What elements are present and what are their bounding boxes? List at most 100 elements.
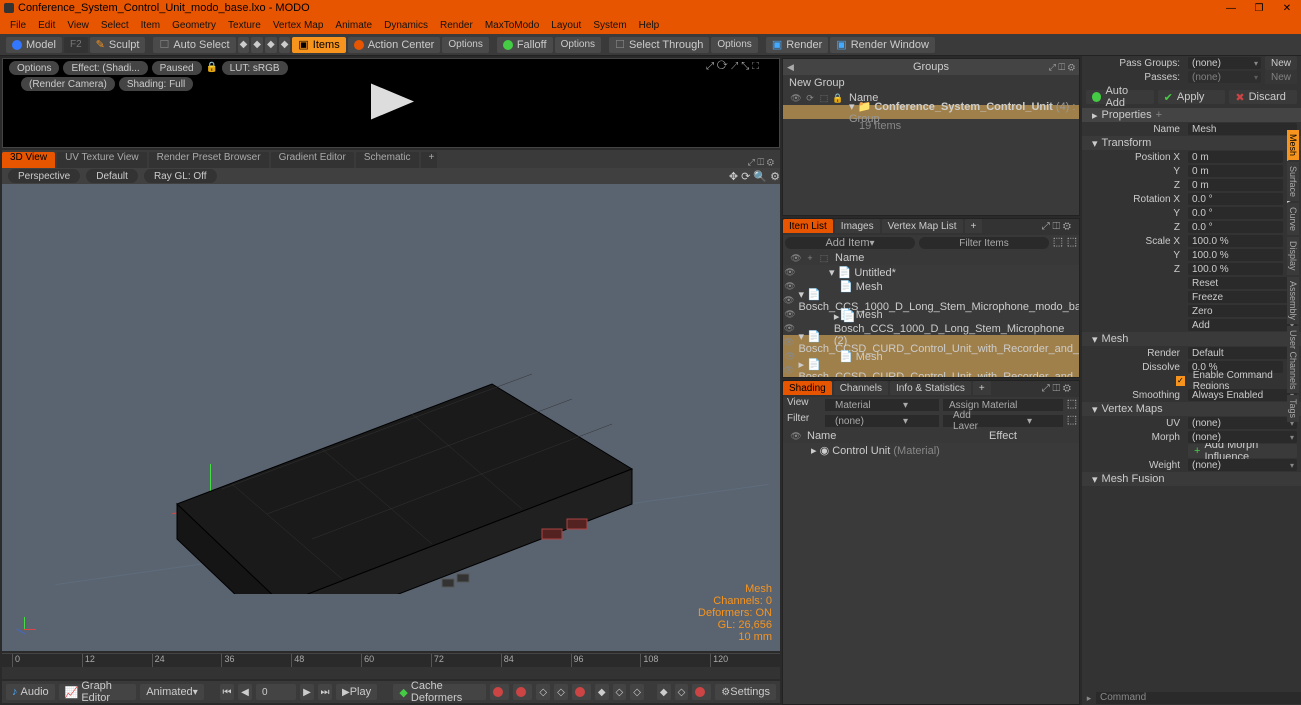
sel-icon-4[interactable]: ◆ xyxy=(279,37,291,53)
posx-field[interactable]: 0 m xyxy=(1188,151,1283,163)
shtab-2[interactable]: Info & Statistics xyxy=(890,381,971,395)
material-dd[interactable]: Material▾ xyxy=(825,399,939,411)
passes-dd[interactable]: (none) xyxy=(1188,71,1261,83)
preview-effect[interactable]: Effect: (Shadi... xyxy=(63,61,147,75)
rec-icon-2[interactable] xyxy=(513,684,532,700)
iltab-1[interactable]: Images xyxy=(835,219,880,233)
autoadd-button[interactable]: Auto Add xyxy=(1086,90,1154,104)
item-row[interactable]: 👁▾ 📄 Bosch_CCS_1000_D_Long_Stem_Micropho… xyxy=(783,293,1079,307)
sidetab-assembly[interactable]: Assembly xyxy=(1287,277,1299,324)
maximize-button[interactable]: ❐ xyxy=(1245,0,1273,16)
options-button-3[interactable]: Options xyxy=(711,37,757,53)
options-button-2[interactable]: Options xyxy=(555,37,601,53)
preview-icons[interactable]: ⤢ ⟳ ↗ ⤡ ⛶ xyxy=(706,61,759,72)
item-row[interactable]: 👁▾ 📄 Untitled* xyxy=(783,265,1079,279)
passgroups-dd[interactable]: (none) xyxy=(1188,57,1261,69)
tab-uv-texture-view[interactable]: UV Texture View xyxy=(57,152,147,168)
timeline[interactable]: 01224364860728496108120 xyxy=(2,653,780,679)
rec-icon-1[interactable] xyxy=(490,684,509,700)
sidetab-display[interactable]: Display xyxy=(1287,237,1299,275)
menu-file[interactable]: File xyxy=(4,20,32,31)
scly-field[interactable]: 100.0 % xyxy=(1188,249,1283,261)
additem-button[interactable]: Add Item ▾ xyxy=(785,237,915,249)
key-icon-3[interactable]: ◆ xyxy=(595,684,609,700)
posz-field[interactable]: 0 m xyxy=(1188,179,1283,191)
graph-button[interactable]: 📈Graph Editor xyxy=(59,684,137,700)
sidetab-mesh[interactable]: Mesh xyxy=(1287,130,1299,160)
preview-options[interactable]: Options xyxy=(9,61,59,75)
new-button-1[interactable]: New xyxy=(1265,56,1297,70)
key-icon-6[interactable]: ◆ xyxy=(657,684,671,700)
rec-icon-3[interactable] xyxy=(572,684,591,700)
menu-help[interactable]: Help xyxy=(633,20,666,31)
preview-camera[interactable]: (Render Camera) xyxy=(21,77,115,91)
menu-texture[interactable]: Texture xyxy=(222,20,267,31)
key-icon-5[interactable]: ◇ xyxy=(630,684,644,700)
preview-shading[interactable]: Shading: Full xyxy=(119,77,193,91)
roty-field[interactable]: 0.0 ° xyxy=(1188,207,1283,219)
weight-dd[interactable]: (none) xyxy=(1188,459,1297,471)
command-field[interactable]: Command xyxy=(1096,692,1301,704)
sclx-field[interactable]: 100.0 % xyxy=(1188,235,1283,247)
tab-add[interactable]: + xyxy=(421,152,437,168)
addmorph-button[interactable]: +Add Morph Influence xyxy=(1188,444,1297,458)
render-dd[interactable]: Default xyxy=(1188,347,1297,359)
uv-dd[interactable]: (none) xyxy=(1188,417,1297,429)
sidetab-userchannels[interactable]: User Channels xyxy=(1287,326,1299,394)
tab-3d-view[interactable]: 3D View xyxy=(2,152,55,168)
shading-row[interactable]: ▸ ◉ Control Unit (Material) xyxy=(783,443,1079,457)
filter-dd[interactable]: (none)▾ xyxy=(825,415,939,427)
sel-icon-2[interactable]: ◆ xyxy=(251,37,263,53)
key-icon-4[interactable]: ◇ xyxy=(613,684,627,700)
next-key-icon[interactable]: ▶ xyxy=(300,684,314,700)
frame-field[interactable]: 0 xyxy=(256,684,296,700)
menu-animate[interactable]: Animate xyxy=(329,20,378,31)
menu-vertexmap[interactable]: Vertex Map xyxy=(267,20,330,31)
zero-dd[interactable]: Zero xyxy=(1188,305,1297,317)
render-button[interactable]: ▣Render xyxy=(766,37,828,53)
animated-dd[interactable]: Animated ▾ xyxy=(140,684,204,700)
persp-button[interactable]: Perspective xyxy=(8,169,80,183)
item-row[interactable]: 👁▾ 📄 Bosch_CCSD_CURD_Control_Unit_with_R… xyxy=(783,335,1079,349)
renderwin-button[interactable]: ▣Render Window xyxy=(830,37,935,53)
sidetab-surface[interactable]: Surface xyxy=(1287,162,1299,201)
rotx-field[interactable]: 0.0 ° xyxy=(1188,193,1283,205)
tab-render-preset-browser[interactable]: Render Preset Browser xyxy=(149,152,269,168)
shtab-1[interactable]: Channels xyxy=(834,381,888,395)
menu-select[interactable]: Select xyxy=(95,20,135,31)
addlayer-button[interactable]: Add Layer▾ xyxy=(943,415,1063,427)
rec-icon-4[interactable] xyxy=(692,684,711,700)
add-dd[interactable]: Add xyxy=(1188,319,1297,331)
play-button[interactable]: ▶ Play xyxy=(336,684,377,700)
play-icon[interactable] xyxy=(364,82,419,125)
selthrough-button[interactable]: ☐Select Through xyxy=(609,37,709,53)
enablecmd-check[interactable]: ✓ xyxy=(1176,376,1185,386)
view-icons[interactable]: ✥ ⟳ 🔍 ⚙ xyxy=(729,170,780,183)
prev-key-icon[interactable]: ◀ xyxy=(238,684,252,700)
item-row[interactable]: 👁▸ 📄 Bosch_CCSD_CURD_Control_Unit_with_R… xyxy=(783,363,1079,377)
freeze-dd[interactable]: Freeze xyxy=(1188,291,1297,303)
filteritems-input[interactable]: Filter Items xyxy=(919,237,1049,249)
falloff-button[interactable]: Falloff xyxy=(497,37,553,53)
actioncenter-button[interactable]: Action Center xyxy=(348,37,441,53)
sclz-field[interactable]: 100.0 % xyxy=(1188,263,1283,275)
menu-geometry[interactable]: Geometry xyxy=(166,20,222,31)
group-row[interactable]: ▾ 📁 Conference_System_Control_Unit (4) :… xyxy=(783,105,1079,119)
default-button[interactable]: Default xyxy=(86,169,138,183)
menu-maxtomodo[interactable]: MaxToModo xyxy=(479,20,545,31)
preview-paused[interactable]: Paused xyxy=(152,61,202,75)
sel-icon-1[interactable]: ◆ xyxy=(238,37,250,53)
lock-icon[interactable]: 🔒 xyxy=(206,62,218,74)
name-field[interactable]: Mesh xyxy=(1188,123,1297,135)
menu-system[interactable]: System xyxy=(587,20,632,31)
sidetab-curve[interactable]: Curve xyxy=(1287,203,1299,235)
rotz-field[interactable]: 0.0 ° xyxy=(1188,221,1283,233)
tab-gradient-editor[interactable]: Gradient Editor xyxy=(271,152,354,168)
last-frame-icon[interactable]: ⏭ xyxy=(318,684,332,700)
posy-field[interactable]: 0 m xyxy=(1188,165,1283,177)
model-button[interactable]: Model xyxy=(6,37,62,53)
newgroup-button[interactable]: New Group xyxy=(789,77,845,89)
options-button-1[interactable]: Options xyxy=(442,37,488,53)
sel-icon-3[interactable]: ◆ xyxy=(265,37,277,53)
menu-layout[interactable]: Layout xyxy=(545,20,587,31)
